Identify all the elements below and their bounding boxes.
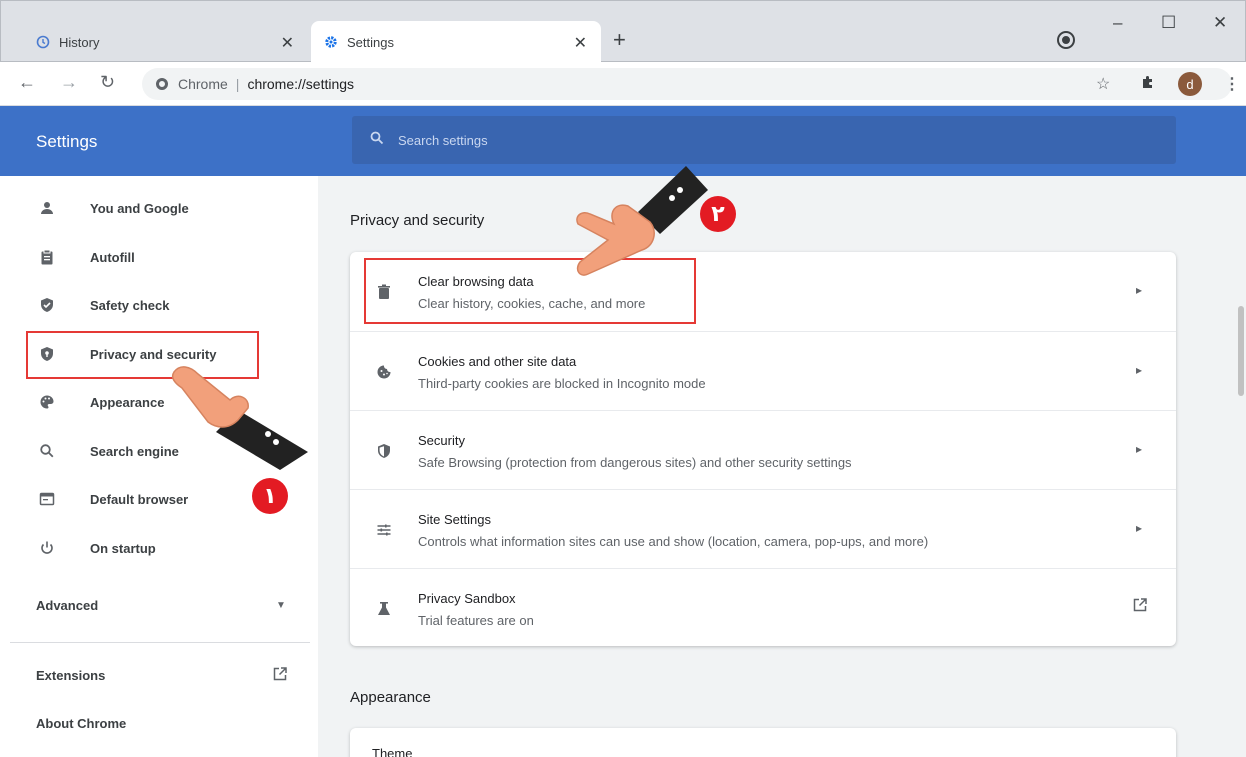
avatar[interactable]: d (1178, 72, 1202, 96)
row-title: Security (418, 433, 465, 448)
maximize-icon[interactable]: ☐ (1161, 13, 1176, 33)
chevron-right-icon: ▸ (1135, 283, 1142, 297)
chevron-down-icon[interactable]: ▼ (276, 600, 286, 611)
open-external-icon[interactable] (272, 666, 288, 687)
forward-icon[interactable]: → (60, 72, 78, 93)
search-icon (370, 131, 384, 149)
step-badge-1: ١ (252, 478, 288, 514)
tab-history[interactable]: History ✕ (23, 21, 308, 63)
url-text: chrome://settings (247, 76, 355, 92)
address-bar[interactable]: Chrome | chrome://settings (142, 68, 1232, 100)
open-external-icon[interactable] (1132, 597, 1148, 618)
tab-settings-label: Settings (347, 34, 394, 50)
row-security[interactable]: Security Safe Browsing (protection from … (350, 410, 1176, 489)
close-icon[interactable]: ✕ (574, 33, 587, 53)
row-site-settings[interactable]: Site Settings Controls what information … (350, 489, 1176, 568)
profile-indicator-icon[interactable] (1059, 33, 1073, 47)
chevron-right-icon: ▸ (1135, 521, 1142, 535)
sidebar-item-label: Safety check (90, 297, 170, 313)
history-icon (35, 34, 51, 50)
new-tab-icon[interactable]: + (613, 27, 626, 53)
sidebar-item-label: Default browser (90, 491, 189, 507)
scrollbar[interactable] (1236, 176, 1246, 757)
pointing-hand-icon (171, 366, 308, 470)
extensions-link[interactable]: Extensions (36, 668, 105, 683)
about-chrome-link[interactable]: About Chrome (36, 716, 126, 731)
gear-icon (323, 34, 339, 50)
site-info-icon[interactable] (156, 78, 168, 90)
search-icon (38, 442, 56, 460)
advanced-toggle[interactable]: Advanced (36, 598, 98, 613)
appearance-section-title: Appearance (350, 689, 431, 706)
row-title: Cookies and other site data (418, 354, 577, 369)
row-subtitle: Trial features are on (418, 613, 534, 628)
sidebar-item-label: Search engine (90, 443, 179, 459)
reload-icon[interactable]: ↻ (100, 72, 115, 93)
shield-check-icon (38, 296, 56, 314)
row-privacy-sandbox[interactable]: Privacy Sandbox Trial features are on (350, 568, 1176, 646)
page-title: Settings (36, 132, 98, 151)
scrollbar-thumb[interactable] (1238, 306, 1244, 396)
pointing-hand-icon (576, 166, 708, 276)
privacy-section-title: Privacy and security (350, 212, 485, 229)
window-close-icon[interactable]: ✕ (1213, 13, 1227, 33)
row-title: Privacy Sandbox (418, 591, 516, 606)
sliders-icon (374, 520, 394, 540)
palette-icon (38, 393, 56, 411)
sidebar-item-autofill[interactable]: Autofill (0, 239, 318, 275)
tab-settings[interactable]: Settings ✕ (311, 21, 601, 63)
step-badge-2: ٢ (700, 196, 736, 232)
power-icon (38, 539, 56, 557)
divider (10, 642, 310, 643)
appearance-card: Theme (350, 728, 1176, 757)
row-subtitle: Third-party cookies are blocked in Incog… (418, 376, 706, 391)
row-subtitle: Controls what information sites can use … (418, 534, 929, 549)
bookmark-star-icon[interactable]: ☆ (1096, 74, 1110, 94)
browser-icon (38, 490, 56, 508)
sidebar-item-you-and-google[interactable]: You and Google (0, 190, 318, 226)
person-icon (38, 199, 56, 217)
tab-history-label: History (59, 34, 100, 50)
browser-toolbar: ← → ↻ Chrome | chrome://settings ☆ d ⋮ (0, 62, 1246, 106)
back-icon[interactable]: ← (18, 72, 36, 93)
site-label: Chrome (178, 76, 228, 92)
search-input[interactable] (398, 132, 1098, 148)
sidebar-item-safety-check[interactable]: Safety check (0, 287, 318, 323)
sidebar-item-on-startup[interactable]: On startup (0, 530, 318, 566)
sidebar-item-label: On startup (90, 540, 156, 556)
search-box[interactable] (352, 116, 1176, 164)
extensions-puzzle-icon[interactable] (1140, 74, 1156, 95)
security-shield-icon (374, 441, 394, 461)
chevron-right-icon: ▸ (1135, 442, 1142, 456)
sidebar-item-label: You and Google (90, 200, 189, 216)
menu-dots-icon[interactable]: ⋮ (1224, 74, 1240, 94)
close-icon[interactable]: ✕ (281, 33, 294, 53)
row-cookies[interactable]: Cookies and other site data Third-party … (350, 331, 1176, 410)
minimize-icon[interactable]: – (1113, 13, 1122, 33)
row-subtitle: Safe Browsing (protection from dangerous… (418, 455, 852, 470)
chevron-right-icon: ▸ (1135, 363, 1142, 377)
sidebar-item-label: Autofill (90, 249, 135, 265)
clipboard-icon (38, 248, 56, 266)
row-title: Site Settings (418, 512, 491, 527)
tab-strip: History ✕ Settings ✕ + – ☐ ✕ (0, 0, 1246, 63)
flask-icon (374, 599, 394, 619)
cookie-icon (374, 362, 394, 382)
theme-row-title[interactable]: Theme (372, 746, 412, 757)
sidebar-item-label: Appearance (90, 394, 165, 410)
url-separator: | (235, 76, 240, 92)
